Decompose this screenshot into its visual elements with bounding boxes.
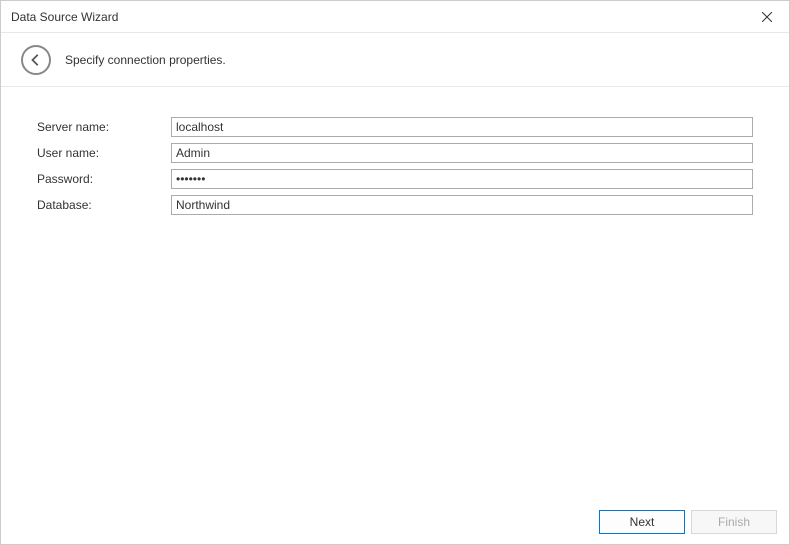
arrow-left-icon: [29, 53, 43, 67]
subheader-text: Specify connection properties.: [65, 53, 226, 67]
password-label: Password:: [37, 172, 171, 186]
form-row-database: Database:: [37, 195, 753, 215]
close-icon: [762, 12, 772, 22]
form-row-password: Password:: [37, 169, 753, 189]
database-label: Database:: [37, 198, 171, 212]
user-label: User name:: [37, 146, 171, 160]
window-title: Data Source Wizard: [11, 10, 118, 24]
form-content: Server name: User name: Password: Databa…: [1, 87, 789, 215]
server-input[interactable]: [171, 117, 753, 137]
server-label: Server name:: [37, 120, 171, 134]
titlebar: Data Source Wizard: [1, 1, 789, 33]
next-button[interactable]: Next: [599, 510, 685, 534]
close-button[interactable]: [745, 1, 789, 33]
user-input[interactable]: [171, 143, 753, 163]
finish-button: Finish: [691, 510, 777, 534]
password-input[interactable]: [171, 169, 753, 189]
footer: Next Finish: [1, 500, 789, 544]
subheader: Specify connection properties.: [1, 33, 789, 87]
form-row-server: Server name:: [37, 117, 753, 137]
back-button[interactable]: [21, 45, 51, 75]
database-input[interactable]: [171, 195, 753, 215]
form-row-user: User name:: [37, 143, 753, 163]
